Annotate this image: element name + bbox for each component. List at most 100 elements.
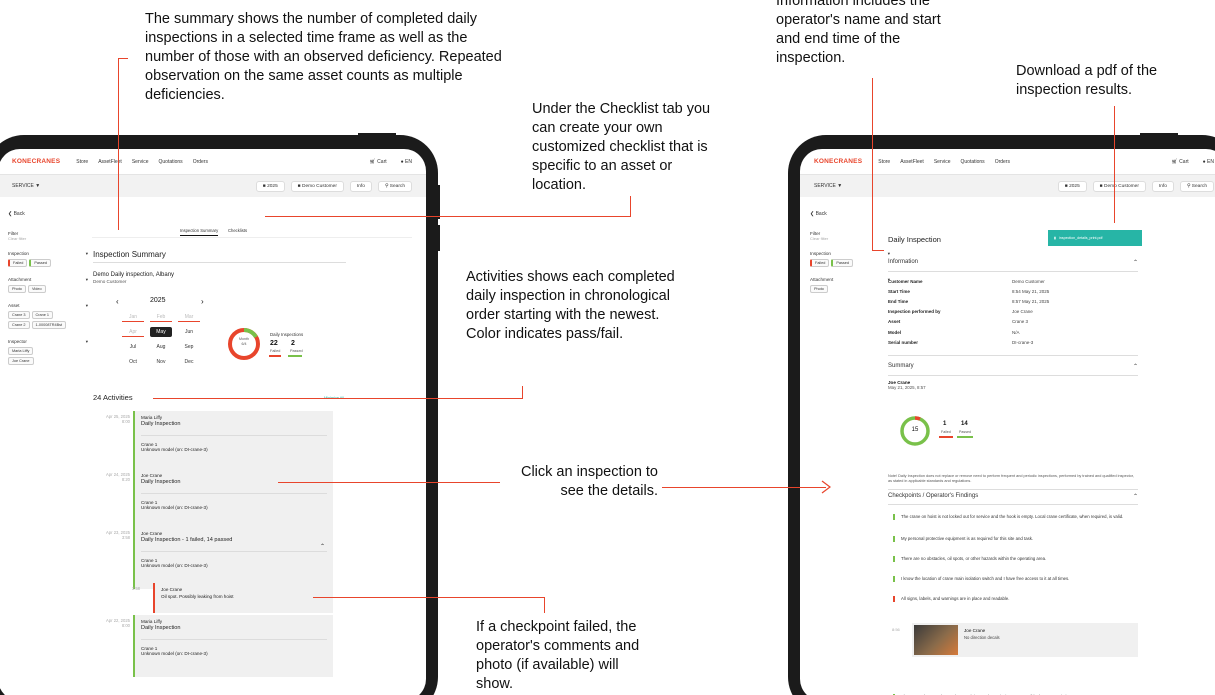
filter-option[interactable]: Video: [27, 285, 46, 293]
next-year-button[interactable]: ›: [201, 297, 204, 306]
nav-item[interactable]: Service: [934, 159, 951, 165]
month-cell[interactable]: Mar: [178, 312, 200, 322]
filter-option[interactable]: Crane 1: [31, 311, 54, 319]
year-chip[interactable]: ■ 2025: [255, 180, 285, 192]
nav-item[interactable]: Quotations: [961, 159, 985, 165]
checkpoint-item[interactable]: The crane on hoist is not locked out for…: [893, 514, 1138, 520]
filter-option[interactable]: Photo: [8, 285, 26, 293]
month-cell[interactable]: Aug: [150, 342, 172, 352]
section-dropdown[interactable]: SERVICE ▼: [814, 183, 842, 189]
section-dropdown[interactable]: SERVICE ▼: [12, 183, 40, 189]
checkpoint-item[interactable]: My personal protective equipment is as r…: [893, 536, 1138, 542]
annotation-click: Click an inspection to see the details.: [520, 464, 658, 499]
info-key: Customer Name: [888, 278, 923, 284]
brand-logo[interactable]: KONECRANES: [12, 158, 60, 165]
activity-card[interactable]: Joe Crane Daily Inspection Crane 1 Unkno…: [133, 469, 333, 531]
filter-option[interactable]: Passed: [831, 259, 854, 267]
nav-item[interactable]: Store: [878, 159, 890, 165]
site-name: Demo Daily inspection, Albany: [93, 272, 175, 278]
back-link[interactable]: ❮ Back: [810, 211, 890, 217]
clear-filter-link[interactable]: Clear filter: [8, 236, 88, 241]
activity-inspector: Maria Liffy: [141, 619, 163, 624]
filter-option[interactable]: Joe Crane: [8, 357, 34, 365]
finding-card[interactable]: Joe Crane No direction decals: [912, 623, 1138, 657]
search-icon: ⚲: [384, 183, 389, 189]
leader-line: [522, 386, 523, 399]
month-cell[interactable]: Oct: [122, 357, 144, 367]
cart-button[interactable]: 🛒︎ Cart: [1171, 159, 1188, 165]
language-button[interactable]: ● EN: [1203, 159, 1214, 165]
year-chip[interactable]: ■ 2025: [1057, 180, 1087, 192]
checkpoints-header[interactable]: Checkpoints / Operator's Findings ⌃: [888, 493, 1138, 500]
month-cell[interactable]: Sep: [178, 342, 200, 352]
month-cell[interactable]: Dec: [178, 357, 200, 367]
activity-title: Daily Inspection: [141, 625, 181, 631]
year-chip-label: 2025: [267, 183, 278, 189]
information-header[interactable]: Information ⌃: [888, 259, 1138, 266]
section-label: SERVICE: [12, 183, 34, 189]
chevron-down-icon: ▾: [85, 339, 88, 344]
nav-item[interactable]: Orders: [995, 159, 1010, 165]
building-icon: ■: [297, 183, 301, 189]
filter-option[interactable]: Crane 3: [8, 311, 30, 319]
failed-checkpoint-card[interactable]: Joe Crane Oil spot. Possibly leaking fro…: [153, 583, 333, 613]
nav-item[interactable]: Orders: [193, 159, 208, 165]
right-screen: KONECRANES Store AssetFleet Service Quot…: [800, 149, 1215, 695]
checkpoint-item[interactable]: All signs, labels, and warnings are in p…: [893, 596, 1138, 602]
download-pdf-button[interactable]: ▮ inspection_details_print.pdf: [1048, 230, 1142, 246]
filter-option[interactable]: Failed: [810, 259, 830, 267]
checkpoint-item[interactable]: There are no obstacles, oil spots, or ot…: [893, 556, 1138, 562]
month-cell[interactable]: Jul: [122, 342, 144, 352]
annotation-checklist: Under the Checklist tab you can create y…: [532, 101, 711, 193]
activity-card[interactable]: Maria Liffy Daily Inspection Crane 1 Unk…: [133, 615, 333, 677]
back-label: Back: [815, 211, 827, 217]
customer-chip[interactable]: ■ Demo Customer: [290, 180, 344, 192]
filter-option[interactable]: Crane 2: [8, 321, 30, 329]
chevron-down-icon: ▾: [85, 277, 88, 282]
daily-inspections-title: Daily Inspections: [270, 332, 304, 337]
info-button[interactable]: Info: [349, 180, 372, 192]
customer-chip[interactable]: ■ Demo Customer: [1092, 180, 1146, 192]
checkpoint-item[interactable]: I know the location of crane main isolat…: [893, 576, 1138, 582]
search-button[interactable]: ⚲ Search: [377, 180, 412, 192]
nav-item[interactable]: Service: [132, 159, 149, 165]
month-cell[interactable]: May: [150, 327, 172, 337]
tab-checklists[interactable]: Checklists: [228, 228, 247, 233]
language-button[interactable]: ● EN: [401, 159, 412, 165]
chevron-up-icon[interactable]: ⌃: [320, 543, 325, 550]
month-cell[interactable]: Jan: [122, 312, 144, 322]
chevron-left-icon: ❮: [8, 211, 13, 217]
section-label: SERVICE: [814, 183, 836, 189]
nav-item[interactable]: Store: [76, 159, 88, 165]
activity-card[interactable]: Maria Liffy Daily Inspection Crane 1 Unk…: [133, 411, 333, 473]
filter-option[interactable]: Passed: [29, 259, 52, 267]
filter-option[interactable]: 1-00008TR4Bst: [31, 321, 67, 329]
filter-option[interactable]: Failed: [8, 259, 28, 267]
cart-button[interactable]: 🛒︎ Cart: [369, 159, 386, 165]
filter-option[interactable]: Maria Liffy: [8, 347, 34, 355]
info-key: End Time: [888, 298, 909, 304]
leader-line: [544, 597, 545, 613]
nav-item[interactable]: Quotations: [159, 159, 183, 165]
search-button[interactable]: ⚲ Search: [1179, 180, 1214, 192]
filter-option[interactable]: Photo: [810, 285, 828, 293]
leader-line: [265, 216, 630, 217]
language-label: EN: [405, 158, 412, 165]
back-link[interactable]: ❮ Back: [8, 211, 88, 217]
leader-line: [630, 196, 631, 217]
activity-time-label: 8:00: [121, 623, 130, 628]
month-cell[interactable]: Apr: [122, 327, 144, 337]
nav-item[interactable]: AssetFleet: [900, 159, 924, 165]
finding-photo[interactable]: [914, 625, 958, 655]
info-button[interactable]: Info: [1151, 180, 1174, 192]
activity-card-expanded[interactable]: Joe Crane Daily Inspection - 1 failed, 1…: [133, 527, 333, 589]
brand-logo[interactable]: KONECRANES: [814, 158, 862, 165]
filter-sidebar: ❮ Back Filter Clear filter Inspection ▾ F…: [8, 211, 88, 365]
month-cell[interactable]: Feb: [150, 312, 172, 322]
clear-filter-link[interactable]: Clear filter: [810, 236, 890, 241]
summary-header[interactable]: Summary ⌃: [888, 363, 1138, 370]
prev-year-button[interactable]: ‹: [116, 297, 119, 306]
month-cell[interactable]: Nov: [150, 357, 172, 367]
month-cell[interactable]: Jun: [178, 327, 200, 337]
tab-inspection-summary[interactable]: Inspection Summary: [180, 228, 219, 236]
